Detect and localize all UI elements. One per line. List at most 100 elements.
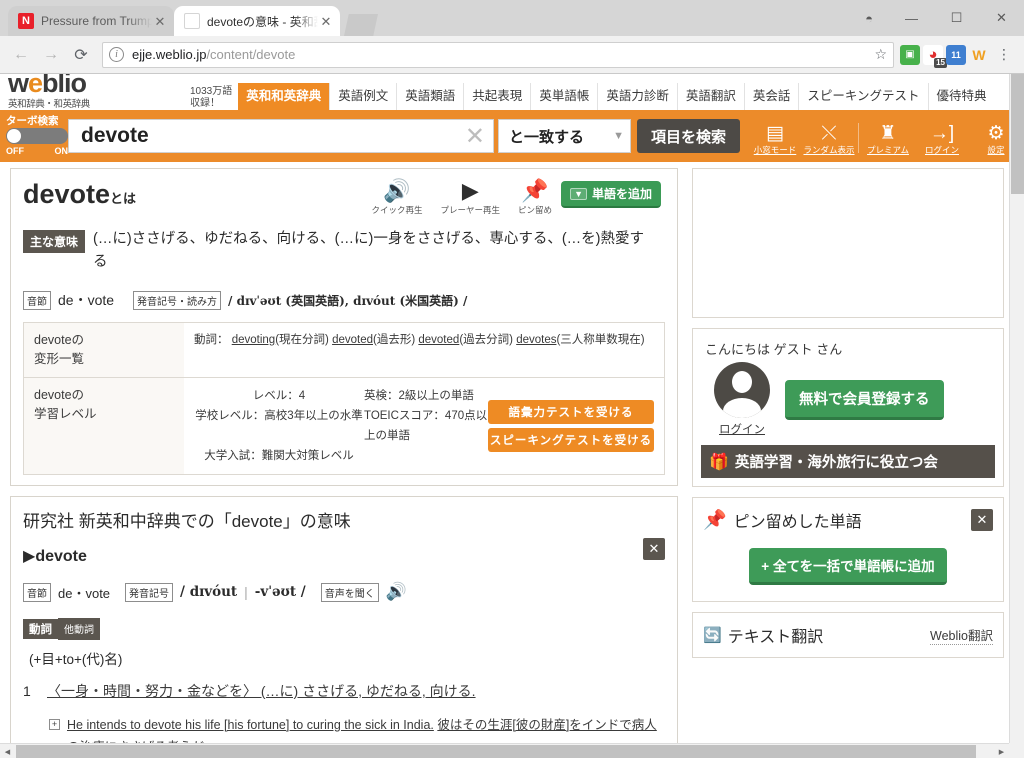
study-level-row: devoteの 学習レベル レベル：4 英検：2級以上の単語 学校レベル：高校3	[24, 378, 664, 474]
entry-word-text: devote	[35, 548, 87, 565]
nav-tab-examples[interactable]: 英語例文	[329, 83, 396, 110]
minimize-icon[interactable]: —	[889, 2, 934, 34]
study-level-line: 学校レベル：高校3年以上の水準 TOEICスコア：470点以上の単語	[194, 406, 488, 446]
tab-close-icon[interactable]: ✕	[152, 13, 168, 29]
inflection-form[interactable]: devotes	[516, 334, 556, 346]
profile-icon[interactable]: ◓	[849, 2, 889, 34]
w-extension-icon[interactable]: W	[969, 45, 989, 65]
player-play-button[interactable]: ▶ プレーヤー再生	[432, 179, 510, 216]
browser-tab-1[interactable]: N Pressure from Trump on ✕	[8, 6, 174, 36]
quick-play-button[interactable]: 🔊 クイック再生	[363, 179, 432, 216]
vertical-scrollbar[interactable]: ▲ ▼	[1009, 74, 1024, 758]
turbo-title: ターボ検索	[6, 115, 59, 127]
vocabulary-test-button[interactable]: 語彙力テストを受ける	[488, 400, 654, 424]
url-path: /content/devote	[206, 47, 296, 62]
premium-label: プレミアム	[867, 145, 909, 155]
clear-search-icon[interactable]: ✕	[465, 122, 485, 151]
register-button[interactable]: 無料で会員登録する	[785, 379, 944, 420]
window-icon: ▤	[766, 123, 784, 144]
listen-audio-button[interactable]: 音声を聞く	[320, 582, 379, 602]
forward-icon[interactable]: →	[36, 40, 66, 70]
red-extension-icon[interactable]: ◕ 15	[923, 44, 947, 68]
inflection-form[interactable]: devoting	[232, 334, 275, 346]
nav-tab-wordbook[interactable]: 英単語帳	[530, 83, 597, 110]
nav-tab-thesaurus[interactable]: 英語類語	[396, 83, 463, 110]
inflection-form[interactable]: devoted	[418, 334, 459, 346]
study-level-left: 大学入試：難関大対策レベル	[204, 450, 354, 462]
translation-provider-link[interactable]: Weblio翻訳	[930, 625, 993, 645]
horizontal-scrollbar[interactable]: ◀ ▶	[0, 743, 1009, 758]
tab-close-icon[interactable]: ✕	[318, 13, 334, 29]
speaker-icon[interactable]: 🔊	[386, 582, 407, 602]
site-info-icon[interactable]: i	[109, 47, 124, 62]
turbo-on-label: ON	[54, 146, 69, 156]
entry-marker-icon: ▶	[23, 548, 36, 565]
avatar	[714, 362, 770, 418]
word-summary-card: devoteとは 🔊 クイック再生 ▶ プレーヤー再生 📌 ピン留め ▼ 単語を…	[10, 168, 678, 486]
random-display-tool[interactable]: ⤬ ランダム表示	[802, 123, 856, 159]
add-all-to-wordbook-button[interactable]: + 全てを一括で単語帳に追加	[749, 548, 947, 585]
back-icon[interactable]: ←	[6, 40, 36, 70]
green-extension-icon[interactable]: ▣	[900, 44, 920, 65]
site-logo[interactable]: weblio 英和辞典・和英辞典	[0, 74, 190, 110]
dictionary-close-button[interactable]: ✕	[643, 538, 665, 560]
match-mode-select[interactable]: と一致する ▼	[498, 119, 631, 153]
scroll-left-icon[interactable]: ◀	[0, 744, 15, 758]
greeting-text: こんにちは ゲスト さん	[705, 342, 843, 357]
word-info-table: devoteの 変形一覧 動詞： devoting(現在分詞) devoted(…	[23, 322, 665, 475]
browser-tab-2[interactable]: W devoteの意味 - 英和辞典 ✕	[174, 6, 340, 36]
small-window-mode-tool[interactable]: ▤ 小窓モード	[748, 123, 802, 159]
speaking-test-button[interactable]: スピーキングテストを受ける	[488, 428, 654, 452]
nav-tab-conversation[interactable]: 英会話	[743, 83, 799, 110]
pos-verb-tag: 動詞	[23, 619, 58, 639]
gear-icon: ⚙	[987, 123, 1005, 144]
promo-banner[interactable]: 🎁 英語学習・海外旅行に役立つ会	[701, 445, 995, 478]
avatar-block[interactable]: ログイン	[705, 362, 779, 437]
search-input[interactable]: devote ✕	[68, 119, 494, 153]
login-label: ログイン	[924, 145, 959, 155]
count-line-2: 収録！	[190, 98, 220, 109]
turbo-search-toggle[interactable]: ターボ検索 OFF ON	[6, 115, 68, 157]
nav-tab-ejje[interactable]: 英和和英辞典	[238, 83, 330, 110]
inflection-note: (現在分詞)	[275, 334, 329, 346]
page-title: devoteとは	[23, 179, 136, 214]
dict-syllable-tag: 音節	[23, 582, 51, 602]
reload-icon[interactable]: ⟳	[66, 40, 96, 70]
scroll-right-icon[interactable]: ▶	[994, 744, 1009, 758]
medal-icon: ♜	[879, 123, 897, 144]
login-tool[interactable]: →] ログイン	[915, 123, 969, 159]
inflection-note: (過去分詞)	[459, 334, 513, 346]
promo-banner-text: 英語学習・海外旅行に役立つ会	[734, 455, 938, 471]
vertical-scroll-thumb[interactable]	[1011, 74, 1024, 194]
address-bar[interactable]: i ejje.weblio.jp/content/devote ☆	[102, 41, 894, 68]
nav-tab-collocation[interactable]: 共起表現	[463, 83, 530, 110]
logo-part-1: w	[8, 74, 29, 98]
browser-menu-icon[interactable]: ⋮	[992, 46, 1016, 63]
close-window-icon[interactable]: ✕	[979, 2, 1024, 34]
speaker-icon: 🔊	[383, 178, 411, 203]
example-english: He intends to devote his life [his fortu…	[67, 718, 434, 732]
horizontal-scroll-thumb[interactable]	[16, 745, 976, 758]
turbo-switch-track[interactable]	[6, 128, 68, 144]
random-display-label: ランダム表示	[803, 145, 855, 155]
inflection-form[interactable]: devoted	[332, 334, 373, 346]
pin-button[interactable]: 📌 ピン留め	[509, 179, 561, 216]
premium-tool[interactable]: ♜ プレミアム	[861, 123, 915, 159]
sense-number: 1	[23, 683, 31, 699]
calendar-extension-icon[interactable]: 11	[946, 44, 966, 65]
add-word-button[interactable]: ▼ 単語を追加	[561, 181, 661, 208]
login-link[interactable]: ログイン	[705, 421, 779, 437]
maximize-icon[interactable]: ☐	[934, 2, 979, 34]
pinned-words-body: + 全てを一括で単語帳に追加	[693, 538, 1003, 601]
new-tab-button[interactable]	[344, 14, 378, 36]
ad-placeholder-box	[692, 168, 1004, 318]
pinned-close-button[interactable]: ✕	[971, 509, 993, 531]
expand-example-icon[interactable]: +	[49, 719, 60, 730]
word-action-icons: 🔊 クイック再生 ▶ プレーヤー再生 📌 ピン留め ▼ 単語を追加	[363, 179, 665, 216]
bookmark-star-icon[interactable]: ☆	[874, 46, 887, 63]
nav-tab-translate[interactable]: 英語翻訳	[676, 83, 744, 110]
search-button[interactable]: 項目を検索	[637, 119, 740, 153]
nav-tab-benefits[interactable]: 優待特典	[927, 83, 995, 110]
nav-tab-diagnosis[interactable]: 英語力診断	[597, 83, 677, 110]
nav-tab-speaking-test[interactable]: スピーキングテスト	[798, 83, 927, 110]
